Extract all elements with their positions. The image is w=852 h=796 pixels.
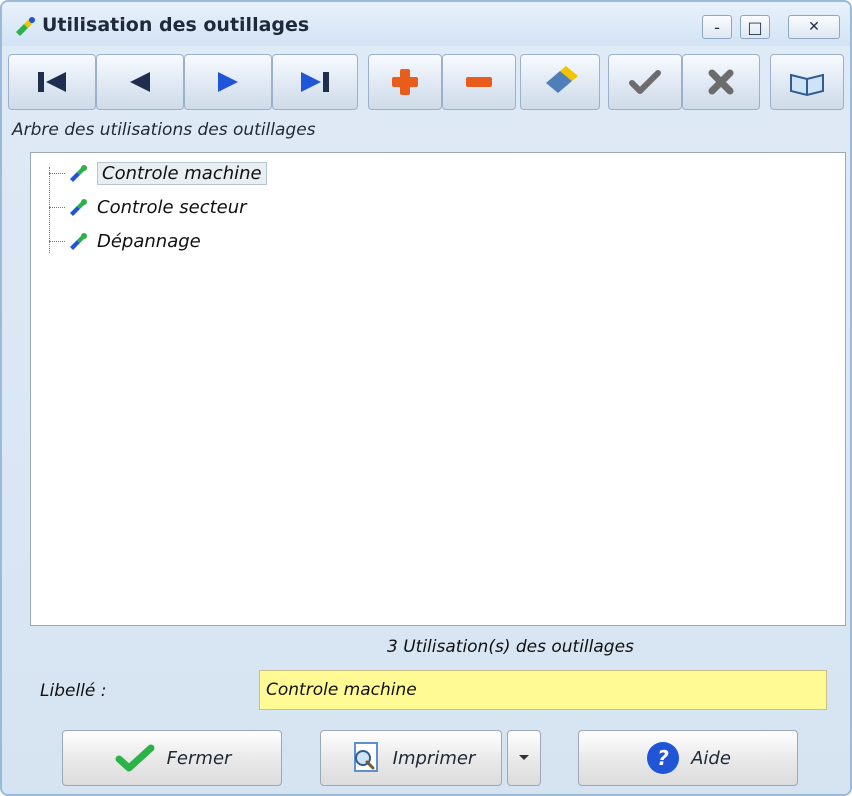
toolbar — [8, 54, 844, 110]
plus-icon — [392, 69, 418, 95]
tree-branch-line — [49, 173, 65, 174]
print-button-label: Imprimer — [392, 747, 476, 769]
libelle-label: Libellé : — [40, 681, 107, 701]
window-title: Utilisation des outillages — [42, 14, 310, 36]
minus-icon — [466, 77, 492, 87]
first-record-button[interactable] — [8, 54, 96, 110]
validate-button[interactable] — [608, 54, 682, 110]
wrench-icon — [70, 199, 87, 216]
first-icon — [38, 72, 66, 92]
wrench-icon — [70, 233, 87, 250]
tree-item-label: Controle secteur — [97, 196, 247, 218]
tree-item-controle-machine[interactable]: Controle machine — [49, 159, 267, 187]
close-icon: ✕ — [808, 19, 820, 35]
previous-icon — [130, 72, 150, 92]
help-icon: ? — [647, 742, 680, 774]
tool-usage-tree[interactable]: Controle machine Controle secteur Dépann… — [30, 152, 846, 626]
print-preview-icon — [353, 742, 378, 772]
print-button[interactable]: Imprimer — [320, 730, 502, 786]
clear-button[interactable] — [520, 54, 600, 110]
print-options-dropdown[interactable] — [507, 730, 541, 786]
close-button-label: Fermer — [166, 747, 232, 769]
tree-item-depannage[interactable]: Dépannage — [49, 227, 201, 255]
book-icon — [790, 73, 824, 97]
cancel-button[interactable] — [682, 54, 760, 110]
close-button[interactable]: Fermer — [62, 730, 282, 786]
wrench-icon — [16, 17, 35, 36]
eraser-icon — [546, 66, 578, 93]
check-icon — [115, 744, 155, 772]
svg-text:?: ? — [657, 746, 669, 770]
tree-item-label: Controle machine — [97, 161, 267, 185]
libelle-input[interactable] — [259, 670, 827, 710]
tree-branch-line — [49, 241, 65, 242]
minimize-button[interactable]: - — [702, 15, 732, 39]
last-icon — [301, 72, 329, 92]
record-count: 3 Utilisation(s) des outillages — [387, 637, 634, 657]
tree-item-label: Dépannage — [97, 230, 201, 252]
tree-branch-line — [49, 207, 65, 208]
previous-record-button[interactable] — [96, 54, 184, 110]
help-button-label: Aide — [691, 747, 731, 769]
chevron-down-icon — [519, 755, 529, 760]
tree-section-label: Arbre des utilisations des outillages — [12, 120, 316, 140]
check-icon — [629, 70, 661, 94]
tree-item-controle-secteur[interactable]: Controle secteur — [49, 193, 247, 221]
delete-button[interactable] — [442, 54, 516, 110]
help-book-button[interactable] — [770, 54, 844, 110]
next-record-button[interactable] — [184, 54, 272, 110]
maximize-icon: □ — [747, 17, 763, 37]
close-window-button[interactable]: ✕ — [788, 15, 840, 39]
wrench-icon — [70, 165, 87, 182]
minimize-icon: - — [714, 17, 720, 37]
main-window: Utilisation des outillages - □ ✕ Arbre d… — [0, 0, 852, 796]
next-icon — [218, 72, 238, 92]
add-button[interactable] — [368, 54, 442, 110]
title-bar: Utilisation des outillages - □ ✕ — [2, 2, 850, 46]
cross-icon — [708, 69, 734, 95]
maximize-button[interactable]: □ — [740, 15, 770, 39]
last-record-button[interactable] — [272, 54, 358, 110]
help-button[interactable]: ? Aide — [578, 730, 798, 786]
